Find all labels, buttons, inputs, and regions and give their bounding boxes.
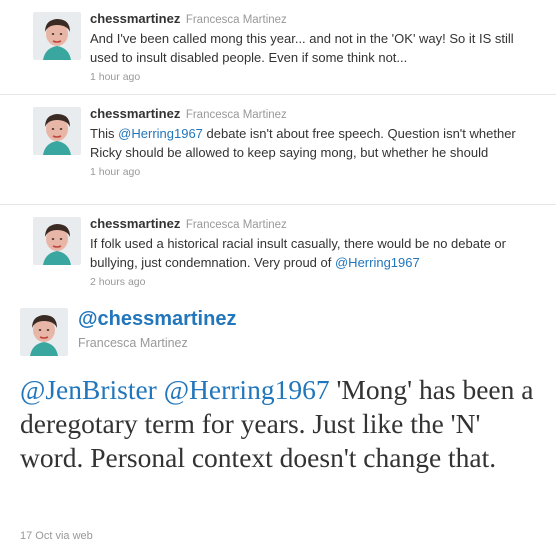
screen-name[interactable]: chessmartinez (90, 11, 180, 26)
profile-photo-icon[interactable] (20, 308, 68, 356)
mention-link[interactable]: @JenBrister (20, 374, 157, 405)
profile-photo-icon[interactable] (33, 107, 81, 155)
tweet-text: This @Herring1967 debate isn't about fre… (90, 124, 538, 162)
mention-link[interactable]: @Herring1967 (164, 374, 330, 405)
tweet-text-part: And I've been called mong this year... a… (90, 31, 514, 65)
tweet-meta: 17 Oct via web (20, 530, 93, 542)
tweet: chessmartinez Francesca Martinez If folk… (0, 205, 556, 295)
profile-photo-icon[interactable] (33, 217, 81, 265)
full-name: Francesca Martinez (185, 14, 287, 26)
timestamp[interactable]: 1 hour ago (90, 166, 538, 178)
tweet-text-part: This (90, 126, 119, 141)
featured-tweet: @chessmartinez Francesca Martinez @JenBr… (0, 296, 556, 551)
timestamp[interactable]: 2 hours ago (90, 276, 538, 288)
screen-name[interactable]: chessmartinez (90, 106, 180, 121)
screen-name[interactable]: chessmartinez (90, 216, 180, 231)
mention-link[interactable]: @Herring1967 (118, 126, 203, 141)
full-name: Francesca Martinez (185, 109, 287, 121)
tweet-text: If folk used a historical racial insult … (90, 234, 538, 272)
mention-link[interactable]: @Herring1967 (335, 255, 420, 270)
timestamp[interactable]: 1 hour ago (90, 71, 538, 83)
tweet: chessmartinez Francesca Martinez This @H… (0, 95, 556, 205)
featured-tweet-text: @JenBrister @Herring1967 'Mong' has been… (20, 373, 550, 475)
tweet: chessmartinez Francesca Martinez And I'v… (0, 0, 556, 95)
tweet-text-part: If folk used a historical racial insult … (90, 236, 506, 270)
full-name: Francesca Martinez (185, 219, 287, 231)
tweet-text: And I've been called mong this year... a… (90, 29, 538, 67)
profile-photo-icon[interactable] (33, 12, 81, 60)
featured-full-name: Francesca Martinez (78, 336, 188, 350)
featured-screen-name[interactable]: @chessmartinez (78, 308, 236, 331)
